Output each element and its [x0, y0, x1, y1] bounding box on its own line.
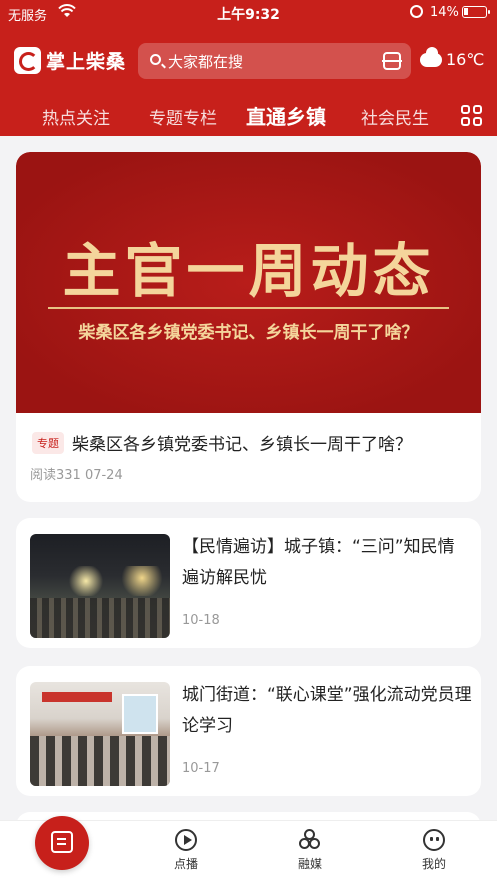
weather-widget[interactable]: 16℃	[420, 46, 485, 69]
profile-icon	[423, 829, 445, 851]
topic-badge: 专题	[32, 431, 64, 454]
battery-icon	[462, 6, 490, 18]
tab-township[interactable]: 直通乡镇	[246, 101, 326, 130]
feature-card[interactable]: 主官一周动态 柴桑区各乡镇党委书记、乡镇长一周干了啥？ 专题 柴桑区各乡镇党委书…	[16, 152, 481, 502]
logo-icon	[14, 47, 41, 74]
rotation-lock-icon	[410, 5, 423, 18]
nav-profile-label: 我的	[421, 857, 446, 871]
banner-divider	[48, 307, 449, 309]
battery-percent: 14%	[430, 5, 459, 20]
header: 无服务 上午9:32 14% 掌上柴桑 大家都在搜 16℃ 热点关注 专题专栏 …	[0, 0, 497, 136]
scan-icon[interactable]	[382, 52, 402, 70]
app-name: 掌上柴桑	[46, 51, 127, 73]
play-icon	[175, 829, 197, 851]
news-thumbnail	[30, 534, 170, 638]
feature-banner-image: 主官一周动态 柴桑区各乡镇党委书记、乡镇长一周干了啥？	[16, 152, 481, 413]
tab-livelihood[interactable]: 社会民生	[361, 104, 429, 129]
feature-title[interactable]: 柴桑区各乡镇党委书记、乡镇长一周干了啥？	[72, 430, 412, 455]
news-title: 城门街道：“联心课堂”强化流动党员理论学习	[182, 685, 472, 736]
tab-hot[interactable]: 热点关注	[42, 104, 110, 129]
feature-meta: 阅读331 07-24	[30, 468, 123, 483]
news-date: 10-17	[182, 761, 220, 776]
weather-temperature: 16℃	[446, 50, 485, 69]
app-logo[interactable]: 掌上柴桑	[14, 47, 126, 74]
news-date: 10-18	[182, 613, 220, 628]
search-icon	[150, 54, 161, 65]
nav-vod-label: 点播	[173, 857, 198, 871]
nav-vod[interactable]: 点播	[156, 829, 216, 872]
status-bar: 无服务 上午9:32 14%	[0, 0, 497, 26]
banner-headline: 主官一周动态	[62, 237, 435, 305]
nav-profile[interactable]: 我的	[404, 829, 464, 872]
channel-grid-icon[interactable]	[461, 105, 483, 127]
news-item[interactable]: 【民情遍访】城子镇：“三问”知民情 遍访解民忧 10-18	[16, 518, 481, 648]
nav-media[interactable]: 融媒	[280, 829, 340, 872]
feature-title-row: 专题 柴桑区各乡镇党委书记、乡镇长一周干了啥？	[32, 430, 412, 455]
search-bar[interactable]: 大家都在搜	[138, 43, 411, 79]
cloud-icon	[420, 46, 442, 67]
search-placeholder: 大家都在搜	[168, 53, 244, 71]
bottom-navigation: 点播 融媒 我的	[0, 816, 497, 883]
tab-special[interactable]: 专题专栏	[149, 104, 217, 129]
news-title: 【民情遍访】城子镇：“三问”知民情 遍访解民忧	[182, 537, 455, 588]
news-item[interactable]: 城门街道：“联心课堂”强化流动党员理论学习 10-17	[16, 666, 481, 796]
nav-media-label: 融媒	[297, 857, 322, 871]
media-icon	[299, 829, 321, 851]
news-thumbnail	[30, 682, 170, 786]
channel-tabs: 热点关注 专题专栏 直通乡镇 社会民生	[0, 96, 497, 136]
banner-subtitle: 柴桑区各乡镇党委书记、乡镇长一周干了啥？	[78, 323, 419, 343]
nav-home-button[interactable]	[35, 816, 89, 870]
article-icon	[51, 831, 73, 853]
